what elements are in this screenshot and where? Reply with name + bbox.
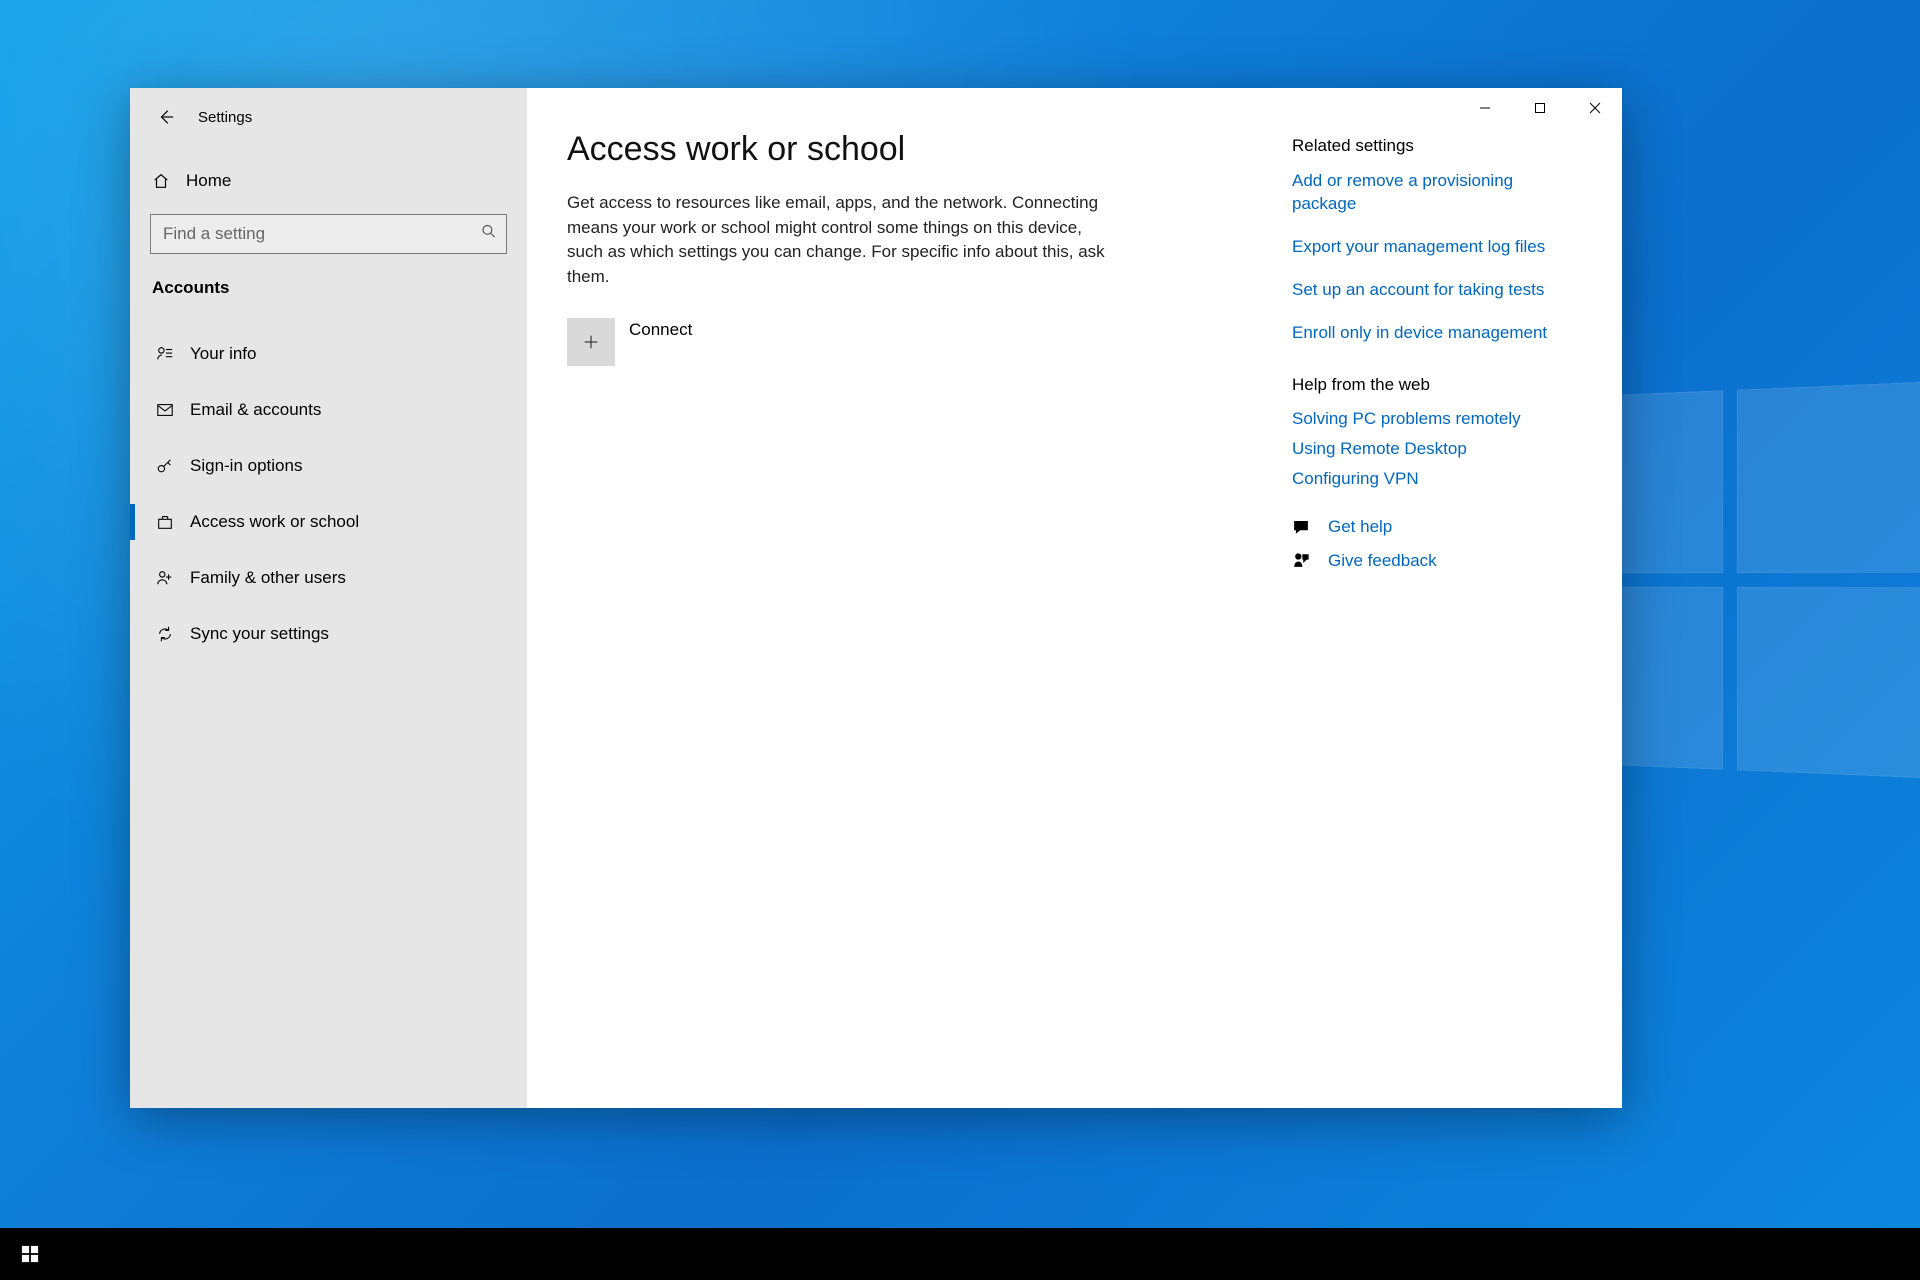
nav-signin-options[interactable]: Sign-in options xyxy=(130,438,527,494)
help-heading: Help from the web xyxy=(1292,375,1582,395)
link-setup-test-account[interactable]: Set up an account for taking tests xyxy=(1292,279,1582,302)
right-rail: Related settings Add or remove a provisi… xyxy=(1292,130,1582,1108)
taskbar xyxy=(0,1228,1920,1280)
chat-help-icon: ? xyxy=(1292,518,1316,536)
link-export-logs[interactable]: Export your management log files xyxy=(1292,236,1582,259)
page-description: Get access to resources like email, apps… xyxy=(567,191,1107,290)
link-enroll-device-mgmt[interactable]: Enroll only in device management xyxy=(1292,322,1582,345)
app-title: Settings xyxy=(198,109,252,126)
feedback-icon xyxy=(1292,552,1316,570)
related-settings-heading: Related settings xyxy=(1292,136,1582,156)
people-icon xyxy=(152,569,178,587)
plus-icon xyxy=(567,318,615,366)
close-button[interactable] xyxy=(1567,88,1622,128)
search-icon xyxy=(481,224,497,245)
nav-email-accounts[interactable]: Email & accounts xyxy=(130,382,527,438)
nav-label: Family & other users xyxy=(190,568,346,588)
briefcase-icon xyxy=(152,513,178,531)
get-help-link[interactable]: Get help xyxy=(1328,517,1392,537)
back-button[interactable] xyxy=(146,98,186,136)
give-feedback-link[interactable]: Give feedback xyxy=(1328,551,1437,571)
category-heading: Accounts xyxy=(130,254,527,308)
maximize-button[interactable] xyxy=(1512,88,1567,128)
nav-label: Sign-in options xyxy=(190,456,302,476)
search-container xyxy=(150,214,507,254)
sidebar: Settings Home Accounts xyxy=(130,88,527,1108)
nav-list: Your info Email & accounts Sign-in optio… xyxy=(130,326,527,662)
nav-label: Email & accounts xyxy=(190,400,321,420)
link-configuring-vpn[interactable]: Configuring VPN xyxy=(1292,469,1582,489)
link-solving-pc-remotely[interactable]: Solving PC problems remotely xyxy=(1292,409,1582,429)
page-title: Access work or school xyxy=(567,130,1167,169)
settings-window: Settings Home Accounts xyxy=(130,88,1622,1108)
desktop-background: Settings Home Accounts xyxy=(0,0,1920,1280)
nav-access-work-school[interactable]: Access work or school xyxy=(130,494,527,550)
nav-family-other-users[interactable]: Family & other users xyxy=(130,550,527,606)
titlebar-controls xyxy=(1457,88,1622,128)
start-button[interactable] xyxy=(6,1230,54,1278)
nav-your-info[interactable]: Your info xyxy=(130,326,527,382)
nav-label: Your info xyxy=(190,344,256,364)
mail-icon xyxy=(152,401,178,419)
minimize-button[interactable] xyxy=(1457,88,1512,128)
connect-button[interactable]: Connect xyxy=(567,318,1167,366)
link-provisioning-package[interactable]: Add or remove a provisioning package xyxy=(1292,170,1582,216)
main-content: Access work or school Get access to reso… xyxy=(527,88,1622,1108)
nav-label: Access work or school xyxy=(190,512,359,532)
home-icon xyxy=(152,172,174,190)
svg-text:?: ? xyxy=(1300,523,1303,529)
search-input[interactable] xyxy=(150,214,507,254)
get-help-row[interactable]: ? Get help xyxy=(1292,517,1582,537)
key-icon xyxy=(152,457,178,475)
sync-icon xyxy=(152,625,178,643)
home-label: Home xyxy=(186,171,231,191)
link-remote-desktop[interactable]: Using Remote Desktop xyxy=(1292,439,1582,459)
give-feedback-row[interactable]: Give feedback xyxy=(1292,551,1582,571)
nav-sync-settings[interactable]: Sync your settings xyxy=(130,606,527,662)
home-button[interactable]: Home xyxy=(130,158,527,204)
connect-label: Connect xyxy=(629,320,692,340)
person-icon xyxy=(152,345,178,363)
nav-label: Sync your settings xyxy=(190,624,329,644)
